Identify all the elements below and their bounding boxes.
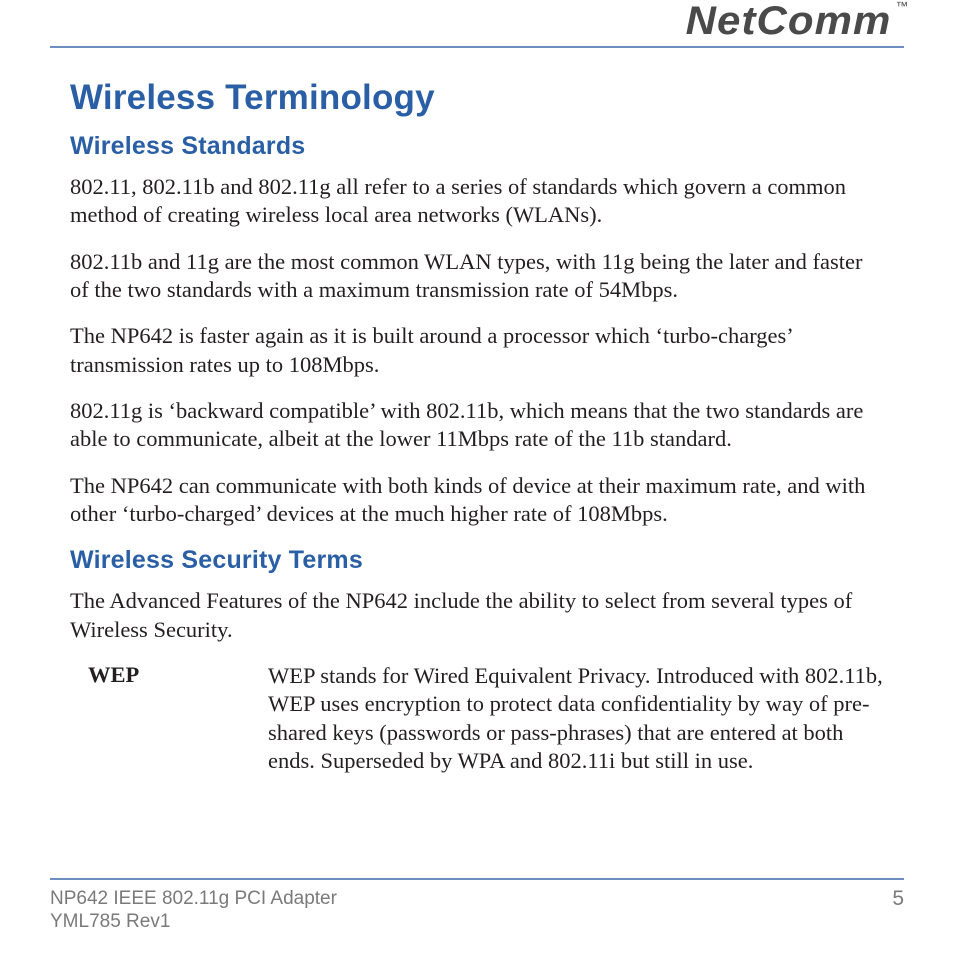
term-desc-wep: WEP stands for Wired Equivalent Privacy.…: [268, 662, 884, 775]
standards-paragraph-5: The NP642 can communicate with both kind…: [70, 472, 884, 529]
section-heading-standards: Wireless Standards: [70, 132, 884, 161]
standards-paragraph-1: 802.11, 802.11b and 802.11g all refer to…: [70, 173, 884, 230]
term-row-wep: WEP WEP stands for Wired Equivalent Priv…: [70, 662, 884, 775]
page-title: Wireless Terminology: [70, 78, 884, 118]
brand-logo: NetComm ™: [686, 0, 910, 44]
standards-paragraph-2: 802.11b and 11g are the most common WLAN…: [70, 248, 884, 305]
document-page: NetComm ™ Wireless Terminology Wireless S…: [0, 0, 954, 954]
footer: NP642 IEEE 802.11g PCI Adapter YML785 Re…: [50, 887, 904, 935]
standards-paragraph-4: 802.11g is ‘backward compatible’ with 80…: [70, 397, 884, 454]
section-heading-security: Wireless Security Terms: [70, 546, 884, 575]
content-area: Wireless Terminology Wireless Standards …: [50, 48, 904, 776]
footer-page-number: 5: [892, 887, 904, 911]
term-label-wep: WEP: [88, 662, 268, 775]
standards-paragraph-3: The NP642 is faster again as it is built…: [70, 322, 884, 379]
brand-row: NetComm™: [50, 0, 904, 44]
footer-divider: [50, 878, 904, 880]
brand-name: NetComm: [686, 0, 892, 43]
footer-docrev: YML785 Rev1: [50, 910, 337, 934]
security-intro: The Advanced Features of the NP642 inclu…: [70, 587, 884, 644]
footer-product: NP642 IEEE 802.11g PCI Adapter: [50, 887, 337, 911]
trademark-symbol: ™: [896, 0, 910, 13]
footer-left: NP642 IEEE 802.11g PCI Adapter YML785 Re…: [50, 887, 337, 935]
